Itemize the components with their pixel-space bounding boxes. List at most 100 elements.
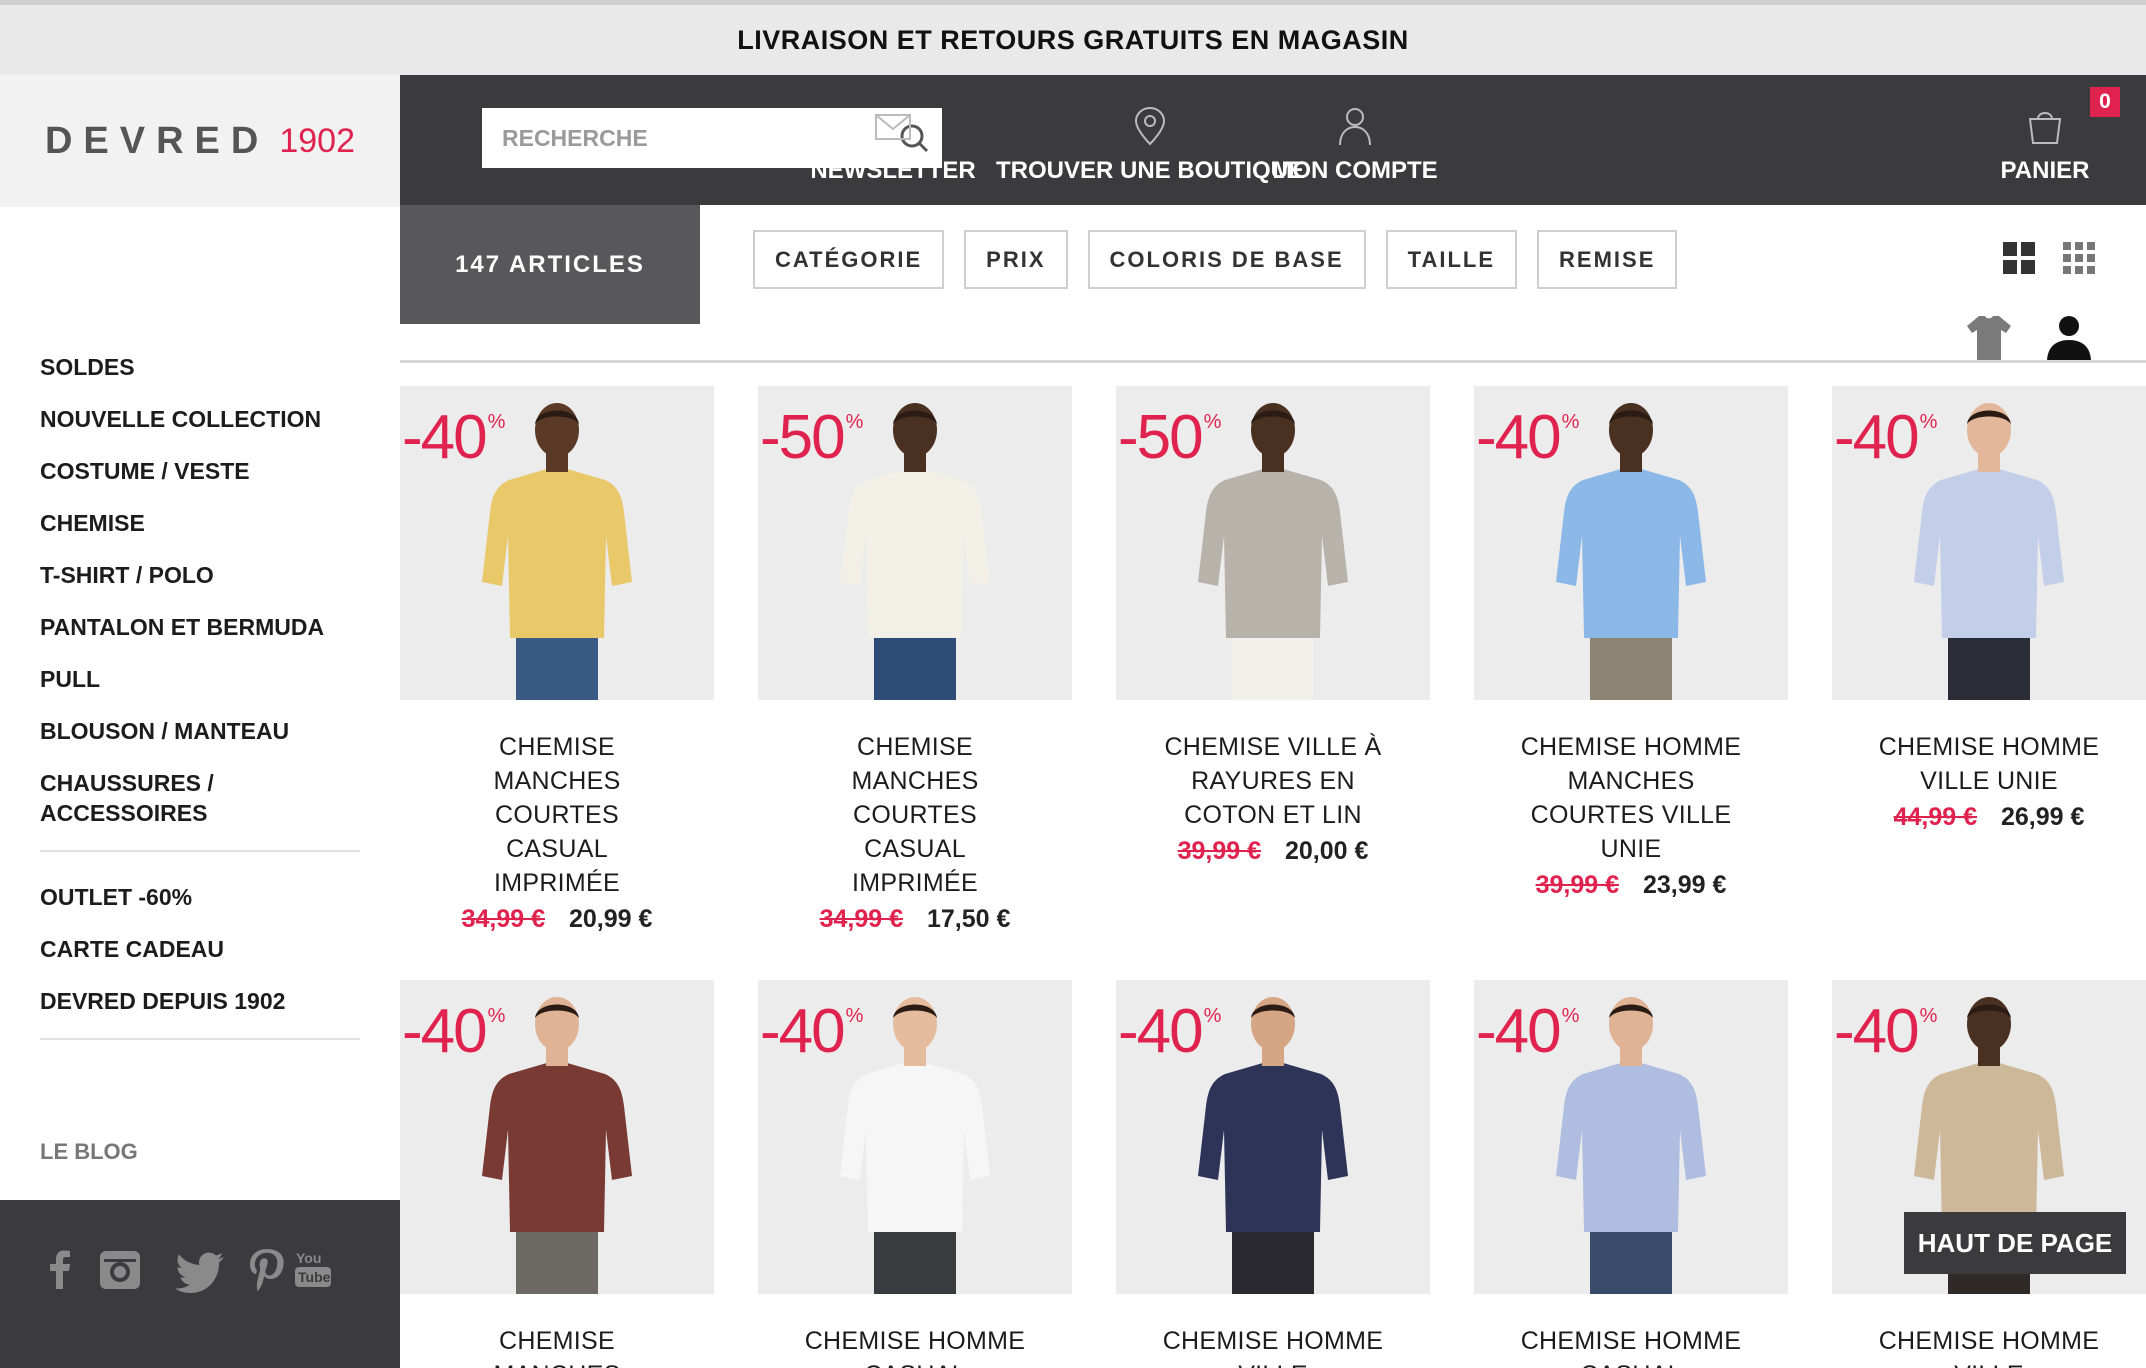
nav-newsletter[interactable]: NEWSLETTER (810, 75, 976, 205)
sidebar-item-carte-cadeau[interactable]: CARTE CADEAU (40, 934, 360, 964)
discount-badge: -40% (1834, 402, 1938, 473)
product-image[interactable]: -40% (400, 980, 714, 1294)
product-prices: 34,99 € 17,50 € (758, 902, 1072, 936)
percent-sign: % (1203, 1005, 1222, 1027)
product-image[interactable]: -50% (758, 386, 1072, 700)
facebook-icon[interactable] (36, 1245, 84, 1293)
sale-price: 20,99 € (569, 905, 653, 933)
social-links: You Tube (0, 1200, 400, 1368)
old-price: 34,99 € (461, 905, 545, 933)
product-name[interactable]: CHEMISE MANCHES (442, 1324, 672, 1368)
product-card[interactable]: -40% CHEMISE MANCHES COURTES CASUAL IMPRI… (400, 386, 714, 936)
product-view-icon[interactable] (1963, 312, 2015, 362)
discount-value: -40 (1834, 997, 1920, 1066)
discount-value: -40 (1476, 997, 1562, 1066)
discount-value: -40 (760, 997, 846, 1066)
product-grid: -40% CHEMISE MANCHES COURTES CASUAL IMPRI… (400, 386, 2146, 1368)
sidebar-menu: SOLDES NOUVELLE COLLECTION COSTUME / VES… (40, 352, 360, 1070)
product-card[interactable]: -40% CHEMISE HOMME CASUAL (758, 980, 1072, 1368)
instagram-icon[interactable] (96, 1245, 144, 1293)
sidebar-item-blog[interactable]: LE BLOG (40, 1139, 138, 1165)
cart-icon (2028, 112, 2062, 144)
sale-price: 23,99 € (1643, 871, 1727, 899)
product-image[interactable]: -40% (758, 980, 1072, 1294)
product-card[interactable]: -50% CHEMISE VILLE À RAYURES EN COTON ET … (1116, 386, 1430, 868)
product-image[interactable]: -40% (1832, 386, 2146, 700)
back-to-top-button[interactable]: HAUT DE PAGE (1904, 1212, 2126, 1274)
product-name[interactable]: CHEMISE HOMME MANCHES COURTES VILLE UNIE (1516, 730, 1746, 866)
sidebar-item-chemise[interactable]: CHEMISE (40, 508, 360, 538)
percent-sign: % (487, 411, 506, 433)
product-card[interactable]: -40% CHEMISE HOMME VILLE (1832, 980, 2146, 1368)
sidebar-item-outlet[interactable]: OUTLET -60% (40, 882, 360, 912)
percent-sign: % (845, 1005, 864, 1027)
product-name[interactable]: CHEMISE MANCHES COURTES CASUAL IMPRIMÉE (442, 730, 672, 900)
percent-sign: % (1561, 411, 1580, 433)
logo-name: DEVRED (44, 119, 270, 162)
product-card[interactable]: -40% CHEMISE HOMME VILLE UNIE 44,99 € 26,99… (1832, 386, 2146, 834)
sidebar-item-nouvelle-collection[interactable]: NOUVELLE COLLECTION (40, 404, 360, 434)
discount-value: -50 (1118, 403, 1204, 472)
nav-cart-label: PANIER (2000, 157, 2090, 184)
product-image[interactable]: -40% (1116, 980, 1430, 1294)
product-image[interactable]: -50% (1116, 386, 1430, 700)
product-name[interactable]: CHEMISE HOMME VILLE UNIE (1874, 730, 2104, 798)
article-count: 147 ARTICLES (400, 205, 700, 324)
percent-sign: % (1203, 411, 1222, 433)
product-card[interactable]: -40% CHEMISE HOMME VILLE (1116, 980, 1430, 1368)
grid-small-view-icon[interactable] (2061, 240, 2097, 276)
cart-count-badge: 0 (2090, 87, 2120, 117)
discount-value: -40 (1834, 403, 1920, 472)
sidebar-item-blouson-manteau[interactable]: BLOUSON / MANTEAU (40, 716, 360, 746)
user-icon (1339, 108, 1371, 146)
product-image[interactable]: -40% (400, 386, 714, 700)
nav-account-label: MON COMPTE (1272, 157, 1438, 184)
percent-sign: % (1919, 411, 1938, 433)
product-card[interactable]: -40% CHEMISE HOMME CASUAL (1474, 980, 1788, 1368)
filter-taille-button[interactable]: TAILLE (1385, 230, 1518, 289)
nav-newsletter-label: NEWSLETTER (810, 157, 976, 184)
sidebar-item-costume-veste[interactable]: COSTUME / VESTE (40, 456, 360, 486)
svg-text:Tube: Tube (298, 1269, 331, 1285)
product-card[interactable]: -40% CHEMISE HOMME MANCHES COURTES VILLE … (1474, 386, 1788, 902)
sale-price: 26,99 € (2001, 803, 2085, 831)
product-prices: 39,99 € 20,00 € (1116, 834, 1430, 868)
youtube-icon[interactable]: You Tube (292, 1245, 340, 1293)
filter-coloris-button[interactable]: COLORIS DE BASE (1087, 230, 1366, 289)
grid-large-view-icon[interactable] (2001, 240, 2037, 276)
product-card[interactable]: -50% CHEMISE MANCHES COURTES CASUAL IMPRI… (758, 386, 1072, 936)
product-image[interactable]: -40% (1474, 386, 1788, 700)
product-card[interactable]: -40% CHEMISE MANCHES (400, 980, 714, 1368)
discount-badge: -40% (402, 996, 506, 1067)
filter-prix-button[interactable]: PRIX (964, 230, 1068, 289)
sale-price: 17,50 € (927, 905, 1011, 933)
sidebar-item-chaussures-accessoires[interactable]: CHAUSSURES / ACCESSOIRES (40, 768, 250, 828)
filter-categorie-button[interactable]: CATÉGORIE (753, 230, 945, 289)
product-name[interactable]: CHEMISE MANCHES COURTES CASUAL IMPRIMÉE (800, 730, 1030, 900)
envelope-icon (875, 114, 911, 140)
product-name[interactable]: CHEMISE HOMME VILLE (1158, 1324, 1388, 1368)
model-view-icon[interactable] (2043, 312, 2095, 362)
filter-remise-button[interactable]: REMISE (1537, 230, 1678, 289)
filter-bar: CATÉGORIE PRIX COLORIS DE BASE TAILLE RE… (753, 230, 1678, 289)
pinterest-icon[interactable] (242, 1245, 290, 1293)
sidebar-item-soldes[interactable]: SOLDES (40, 352, 360, 382)
svg-text:You: You (296, 1250, 321, 1266)
nav-account[interactable]: MON COMPTE (1260, 75, 1450, 205)
sidebar-item-devred-depuis[interactable]: DEVRED DEPUIS 1902 (40, 986, 360, 1016)
discount-badge: -40% (760, 996, 864, 1067)
sidebar-item-pull[interactable]: PULL (40, 664, 360, 694)
nav-cart[interactable]: PANIER 0 (1990, 75, 2120, 205)
sidebar-item-pantalon-bermuda[interactable]: PANTALON ET BERMUDA (40, 612, 360, 642)
brand-logo[interactable]: DEVRED 1902 (0, 75, 400, 207)
product-name[interactable]: CHEMISE HOMME CASUAL (800, 1324, 1030, 1368)
product-name[interactable]: CHEMISE VILLE À RAYURES EN COTON ET LIN (1158, 730, 1388, 832)
toolbar-divider (400, 360, 2146, 363)
discount-badge: -40% (1476, 402, 1580, 473)
twitter-icon[interactable] (176, 1245, 228, 1293)
percent-sign: % (487, 1005, 506, 1027)
product-name[interactable]: CHEMISE HOMME CASUAL (1516, 1324, 1746, 1368)
sidebar-item-tshirt-polo[interactable]: T-SHIRT / POLO (40, 560, 360, 590)
product-name[interactable]: CHEMISE HOMME VILLE (1874, 1324, 2104, 1368)
product-image[interactable]: -40% (1474, 980, 1788, 1294)
